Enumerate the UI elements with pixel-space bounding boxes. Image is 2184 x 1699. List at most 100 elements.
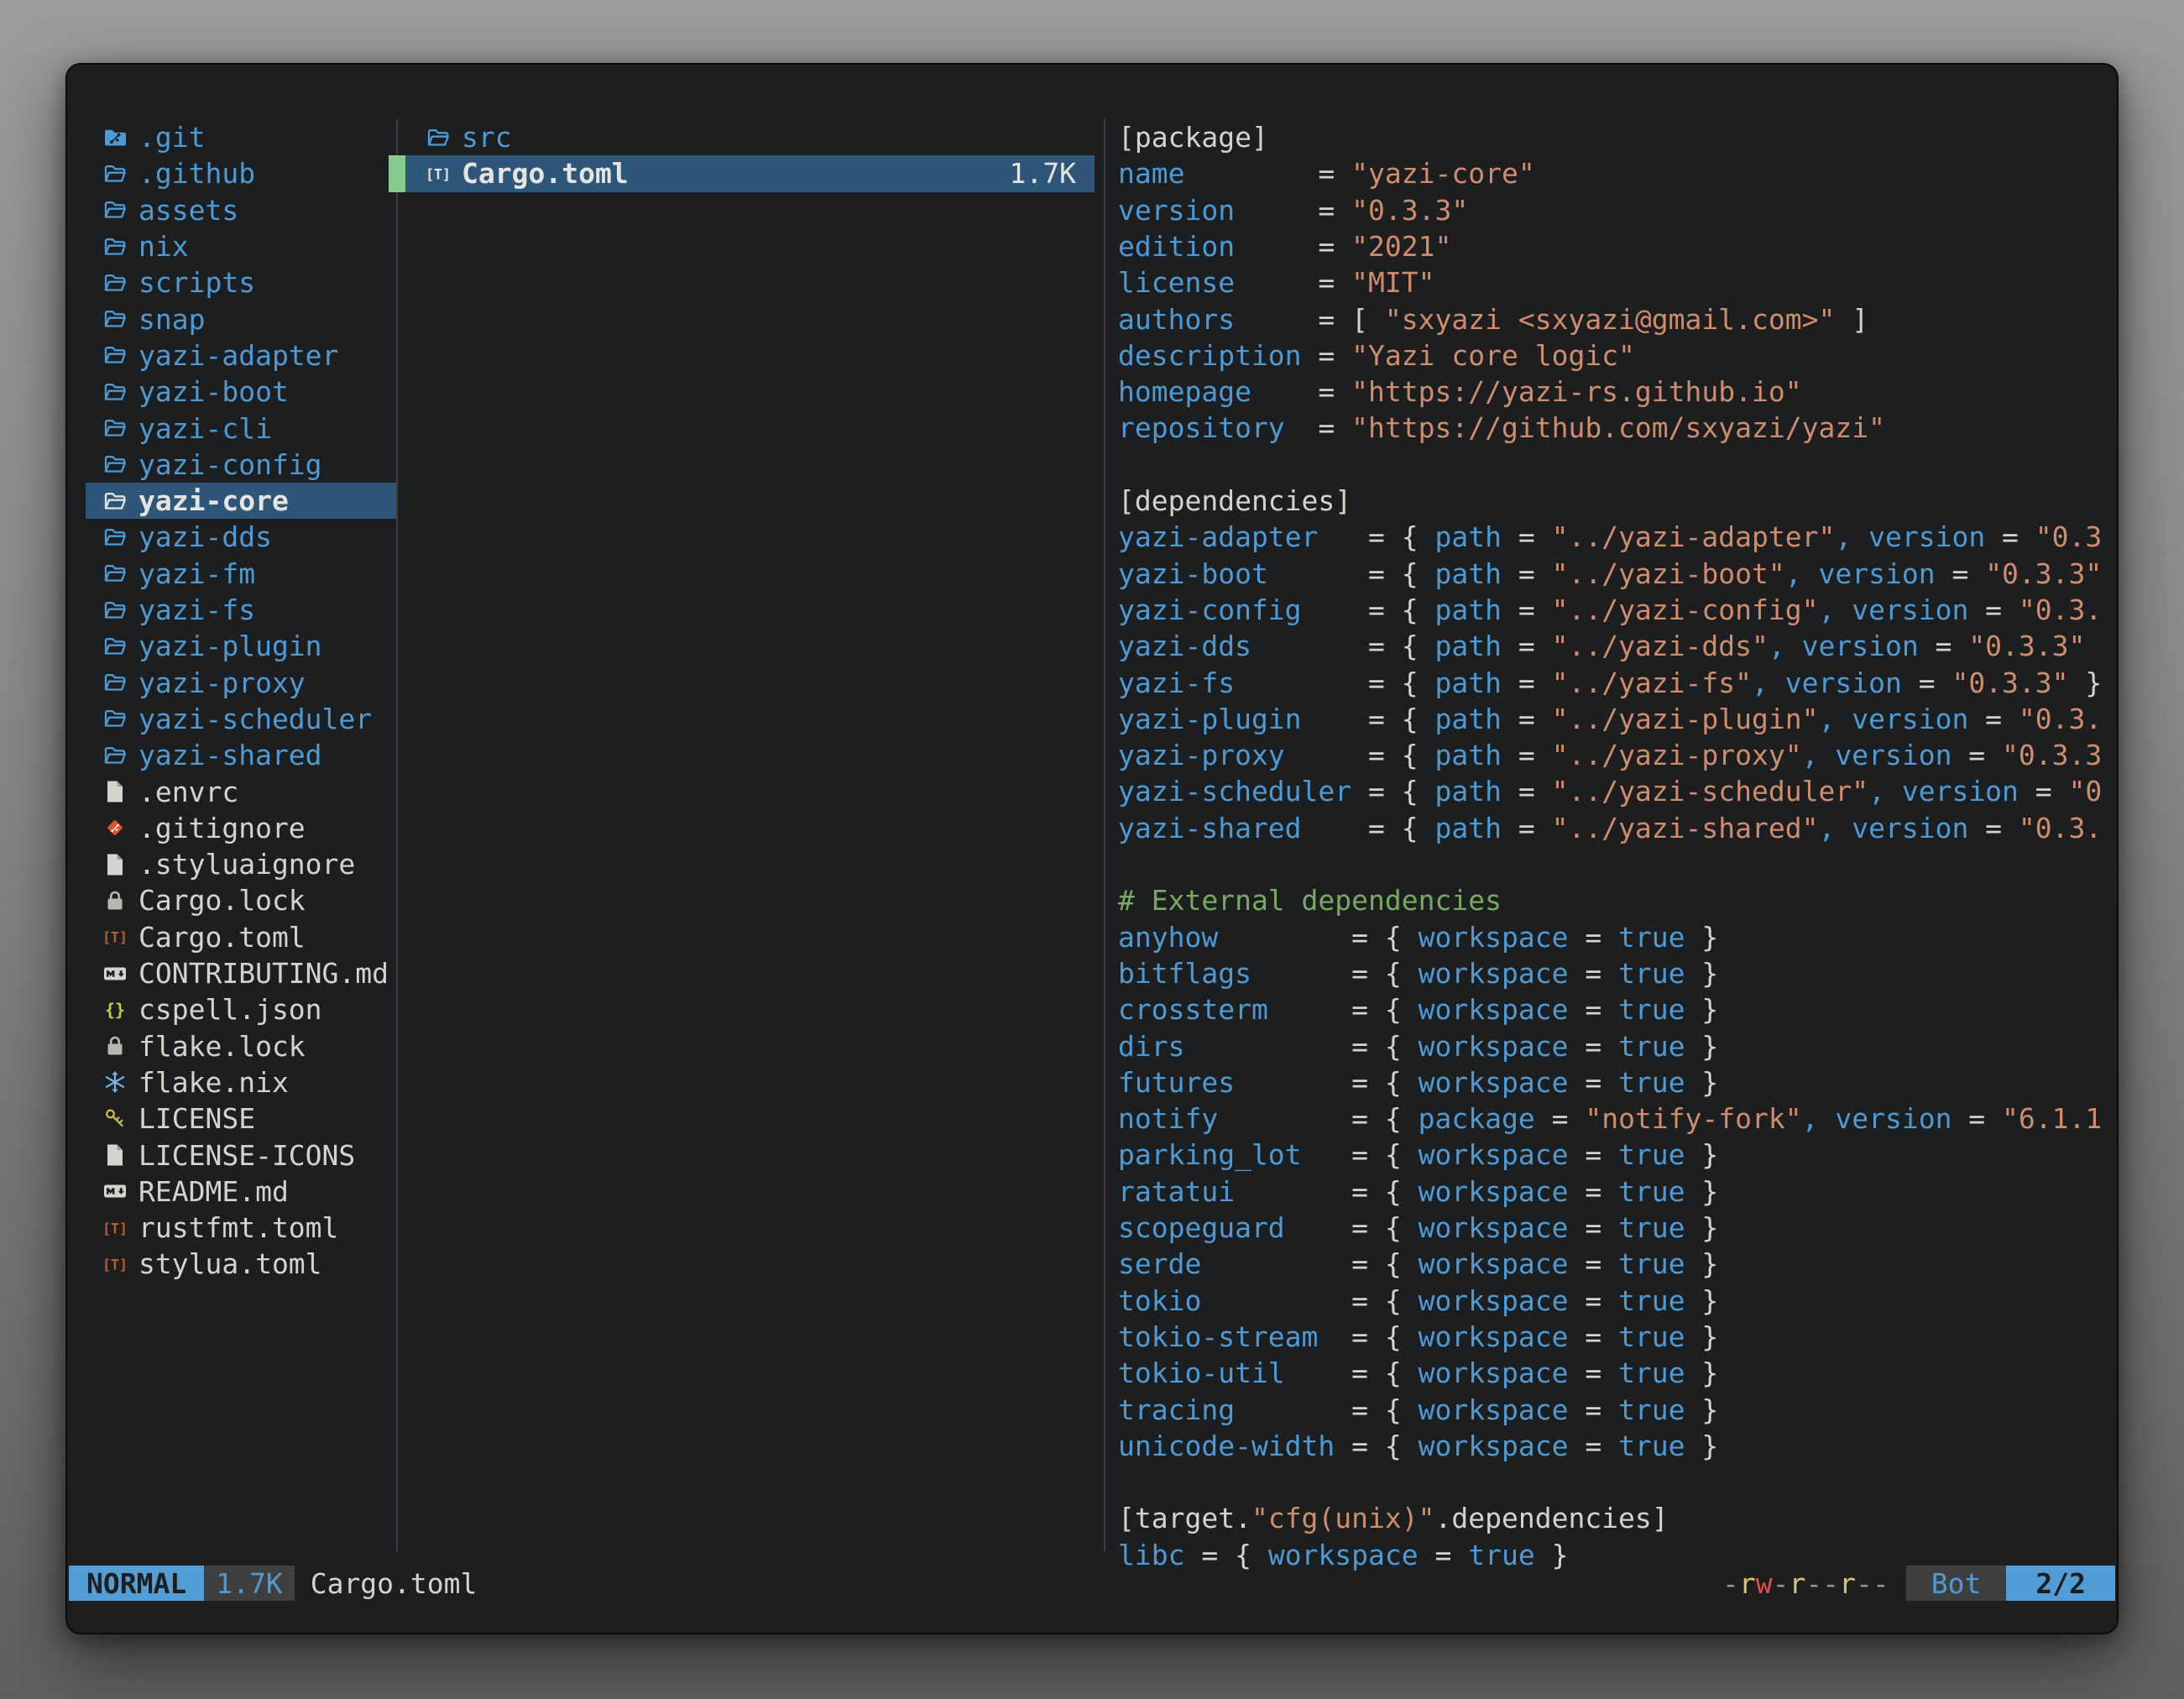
parent-item-yazi-plugin[interactable]: yazi-plugin (86, 628, 396, 664)
preview-line: yazi-adapter = { path = "../yazi-adapter… (1118, 519, 2108, 555)
preview-line: yazi-scheduler = { path = "../yazi-sched… (1118, 773, 2108, 809)
parent-item-yazi-fm[interactable]: yazi-fm (86, 556, 396, 592)
parent-item-readme-md[interactable]: README.md (86, 1174, 396, 1210)
file-size: 1.7K (1010, 157, 1076, 190)
parent-item-label: .github (138, 157, 255, 190)
file-permissions: -rw-r--r-- (1722, 1566, 1889, 1601)
yazi-terminal-window: .git.githubassetsnixscriptssnapyazi-adap… (65, 63, 2119, 1634)
preview-line: crossterm = { workspace = true } (1118, 991, 2108, 1027)
parent-item-label: .envrc (138, 776, 238, 808)
parent-item-label: yazi-shared (138, 739, 322, 771)
pane-separator-right (1104, 119, 1105, 1551)
folder-icon (102, 197, 128, 222)
parent-item-label: yazi-adapter (138, 339, 338, 372)
parent-item-yazi-cli[interactable]: yazi-cli (86, 410, 396, 446)
git-folder-icon (102, 125, 128, 150)
parent-item-label: rustfmt.toml (138, 1211, 338, 1244)
parent-item-contributing-md[interactable]: CONTRIBUTING.md (86, 955, 396, 991)
folder-icon (102, 342, 128, 368)
svg-text:[T]: [T] (102, 1221, 128, 1236)
parent-item-yazi-boot[interactable]: yazi-boot (86, 374, 396, 410)
parent-item-nix[interactable]: nix (86, 228, 396, 264)
parent-item-license[interactable]: LICENSE (86, 1100, 396, 1137)
preview-line: [package] (1118, 119, 2108, 155)
parent-item-flake-lock[interactable]: flake.lock (86, 1028, 396, 1064)
parent-item-envrc[interactable]: .envrc (86, 773, 396, 809)
git-diamond-icon (102, 815, 128, 840)
parent-item-yazi-proxy[interactable]: yazi-proxy (86, 665, 396, 701)
preview-line: scopeguard = { workspace = true } (1118, 1210, 2108, 1246)
preview-line: futures = { workspace = true } (1118, 1064, 2108, 1100)
parent-item-styluaignore[interactable]: .styluaignore (86, 846, 396, 882)
parent-item-yazi-dds[interactable]: yazi-dds (86, 519, 396, 555)
parent-item-assets[interactable]: assets (86, 192, 396, 228)
preview-line: unicode-width = { workspace = true } (1118, 1428, 2108, 1464)
parent-item-label: yazi-plugin (138, 630, 322, 662)
parent-item-label: yazi-fm (138, 557, 255, 590)
preview-line: yazi-fs = { path = "../yazi-fs", version… (1118, 665, 2108, 701)
parent-item-cargo-toml[interactable]: [T] Cargo.toml (86, 919, 396, 955)
parent-item-license-icons[interactable]: LICENSE-ICONS (86, 1137, 396, 1173)
parent-item-label: yazi-proxy (138, 667, 306, 699)
preview-line: yazi-shared = { path = "../yazi-shared",… (1118, 810, 2108, 846)
parent-item-snap[interactable]: snap (86, 301, 396, 337)
folder-icon (426, 125, 451, 150)
parent-item-label: LICENSE (138, 1102, 255, 1135)
folder-icon (102, 161, 128, 186)
preview-line: bitflags = { workspace = true } (1118, 955, 2108, 991)
parent-item-label: scripts (138, 266, 255, 299)
parent-item-yazi-scheduler[interactable]: yazi-scheduler (86, 701, 396, 737)
parent-item-flake-nix[interactable]: flake.nix (86, 1064, 396, 1100)
svg-text:{}: {} (105, 1000, 125, 1020)
folder-icon (102, 670, 128, 695)
parent-item-gitignore[interactable]: .gitignore (86, 810, 396, 846)
json-icon: {} (102, 997, 128, 1022)
key-icon (102, 1106, 128, 1132)
parent-item-yazi-fs[interactable]: yazi-fs (86, 592, 396, 628)
preview-line: name = "yazi-core" (1118, 155, 2108, 191)
parent-item-label: flake.nix (138, 1066, 289, 1099)
parent-item-label: nix (138, 230, 189, 263)
pane-separator-left (396, 119, 398, 1551)
folder-icon (102, 234, 128, 259)
folder-icon (102, 634, 128, 659)
svg-text:[T]: [T] (426, 166, 451, 182)
parent-item-cspell-json[interactable]: {}cspell.json (86, 991, 396, 1027)
toml-icon: [T] (102, 924, 128, 949)
parent-item-yazi-adapter[interactable]: yazi-adapter (86, 337, 396, 374)
folder-icon (102, 452, 128, 477)
current-item-src[interactable]: src (405, 119, 1095, 155)
parent-item-label: Cargo.toml (138, 921, 306, 954)
parent-item-label: flake.lock (138, 1030, 306, 1063)
preview-line: yazi-dds = { path = "../yazi-dds", versi… (1118, 628, 2108, 664)
file-size-badge: 1.7K (204, 1566, 294, 1601)
parent-item-stylua-toml[interactable]: [T]stylua.toml (86, 1246, 396, 1282)
parent-item-rustfmt-toml[interactable]: [T] rustfmt.toml (86, 1210, 396, 1246)
parent-item-github[interactable]: .github (86, 155, 396, 191)
parent-item-yazi-shared[interactable]: yazi-shared (86, 737, 396, 773)
parent-item-yazi-core[interactable]: yazi-core (86, 483, 396, 519)
lock-icon (102, 1033, 128, 1059)
preview-line (1118, 447, 2108, 483)
parent-item-git[interactable]: .git (86, 119, 396, 155)
preview-line: [dependencies] (1118, 483, 2108, 519)
parent-item-label: CONTRIBUTING.md (138, 957, 389, 990)
toml-icon: [T] (102, 1252, 128, 1277)
svg-text:[T]: [T] (102, 1257, 128, 1273)
preview-line: [target."cfg(unix)".dependencies] (1118, 1500, 2108, 1536)
parent-item-yazi-config[interactable]: yazi-config (86, 447, 396, 483)
current-item-label: src (462, 121, 512, 154)
parent-item-label: yazi-dds (138, 520, 272, 553)
preview-line: edition = "2021" (1118, 228, 2108, 264)
preview-line: notify = { package = "notify-fork", vers… (1118, 1100, 2108, 1137)
scroll-position-label: Bot (1931, 1567, 1982, 1600)
parent-item-scripts[interactable]: scripts (86, 264, 396, 301)
parent-item-label: README.md (138, 1175, 289, 1208)
parent-item-label: LICENSE-ICONS (138, 1139, 355, 1172)
folder-icon (102, 743, 128, 768)
current-item-cargo-toml[interactable]: [T]Cargo.toml1.7K (405, 155, 1095, 191)
markdown-icon (102, 1179, 128, 1204)
parent-item-label: yazi-fs (138, 593, 255, 626)
parent-item-cargo-lock[interactable]: Cargo.lock (86, 882, 396, 918)
parent-item-label: snap (138, 303, 205, 336)
